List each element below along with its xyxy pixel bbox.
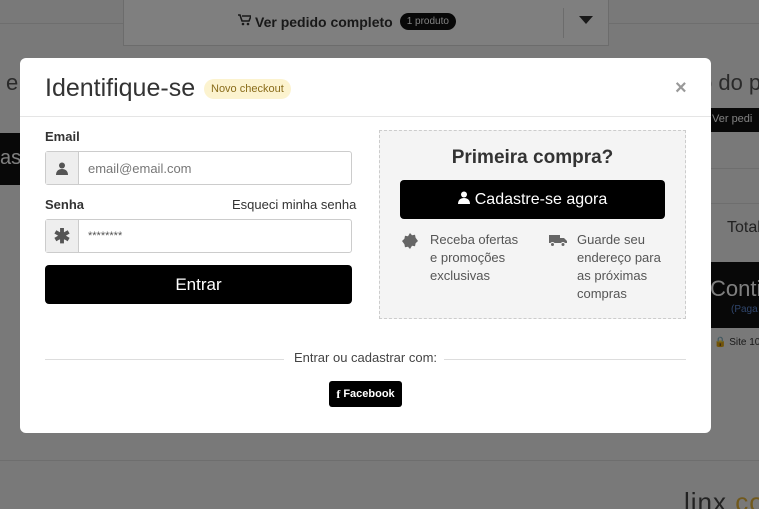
facebook-icon: f: [336, 386, 341, 401]
register-button[interactable]: Cadastre-se agora: [400, 180, 665, 219]
social-divider-text: Entrar ou cadastrar com:: [293, 350, 438, 365]
benefit-line: exclusivas: [430, 268, 490, 283]
badge-icon: [402, 231, 422, 285]
first-purchase-heading: Primeira compra?: [451, 147, 614, 168]
register-button-label: Cadastre-se agora: [474, 190, 608, 208]
benefit-offers-text: Receba ofertas e promoções exclusivas: [430, 231, 518, 285]
password-label: Senha: [45, 197, 85, 212]
benefit-offers: Receba ofertas e promoções exclusivas: [402, 231, 518, 285]
facebook-login-button[interactable]: f Facebook: [329, 381, 402, 407]
password-input-group: ✱: [45, 219, 352, 253]
benefit-line: Receba ofertas: [430, 232, 519, 247]
truck-icon: [549, 231, 569, 303]
email-input-group: [45, 151, 352, 185]
benefit-address: Guarde seu endereço para as próximas com…: [549, 231, 661, 303]
email-input[interactable]: [79, 152, 351, 184]
user-icon: [46, 152, 79, 184]
benefit-line: e promoções: [430, 250, 506, 265]
new-checkout-badge: Novo checkout: [204, 79, 291, 99]
benefit-line: as próximas: [577, 268, 648, 283]
first-purchase-panel: Primeira compra? Cadastre-se agora Receb…: [379, 130, 686, 319]
login-modal: Identifique-se Novo checkout × Email Sen…: [20, 58, 711, 433]
benefit-address-text: Guarde seu endereço para as próximas com…: [577, 231, 661, 303]
password-input[interactable]: [79, 220, 351, 252]
user-icon: [457, 191, 470, 209]
modal-header: Identifique-se Novo checkout ×: [20, 58, 711, 117]
close-icon[interactable]: ×: [675, 77, 687, 100]
benefit-line: compras: [577, 286, 627, 301]
facebook-button-label: Facebook: [343, 388, 395, 400]
modal-title: Identifique-se: [45, 74, 196, 102]
forgot-password-link[interactable]: Esqueci minha senha: [232, 197, 356, 212]
benefit-line: Guarde seu: [577, 232, 645, 247]
asterisk-icon: ✱: [46, 220, 79, 252]
login-button[interactable]: Entrar: [45, 265, 352, 304]
benefit-line: endereço para: [577, 250, 661, 265]
email-label: Email: [45, 129, 80, 144]
